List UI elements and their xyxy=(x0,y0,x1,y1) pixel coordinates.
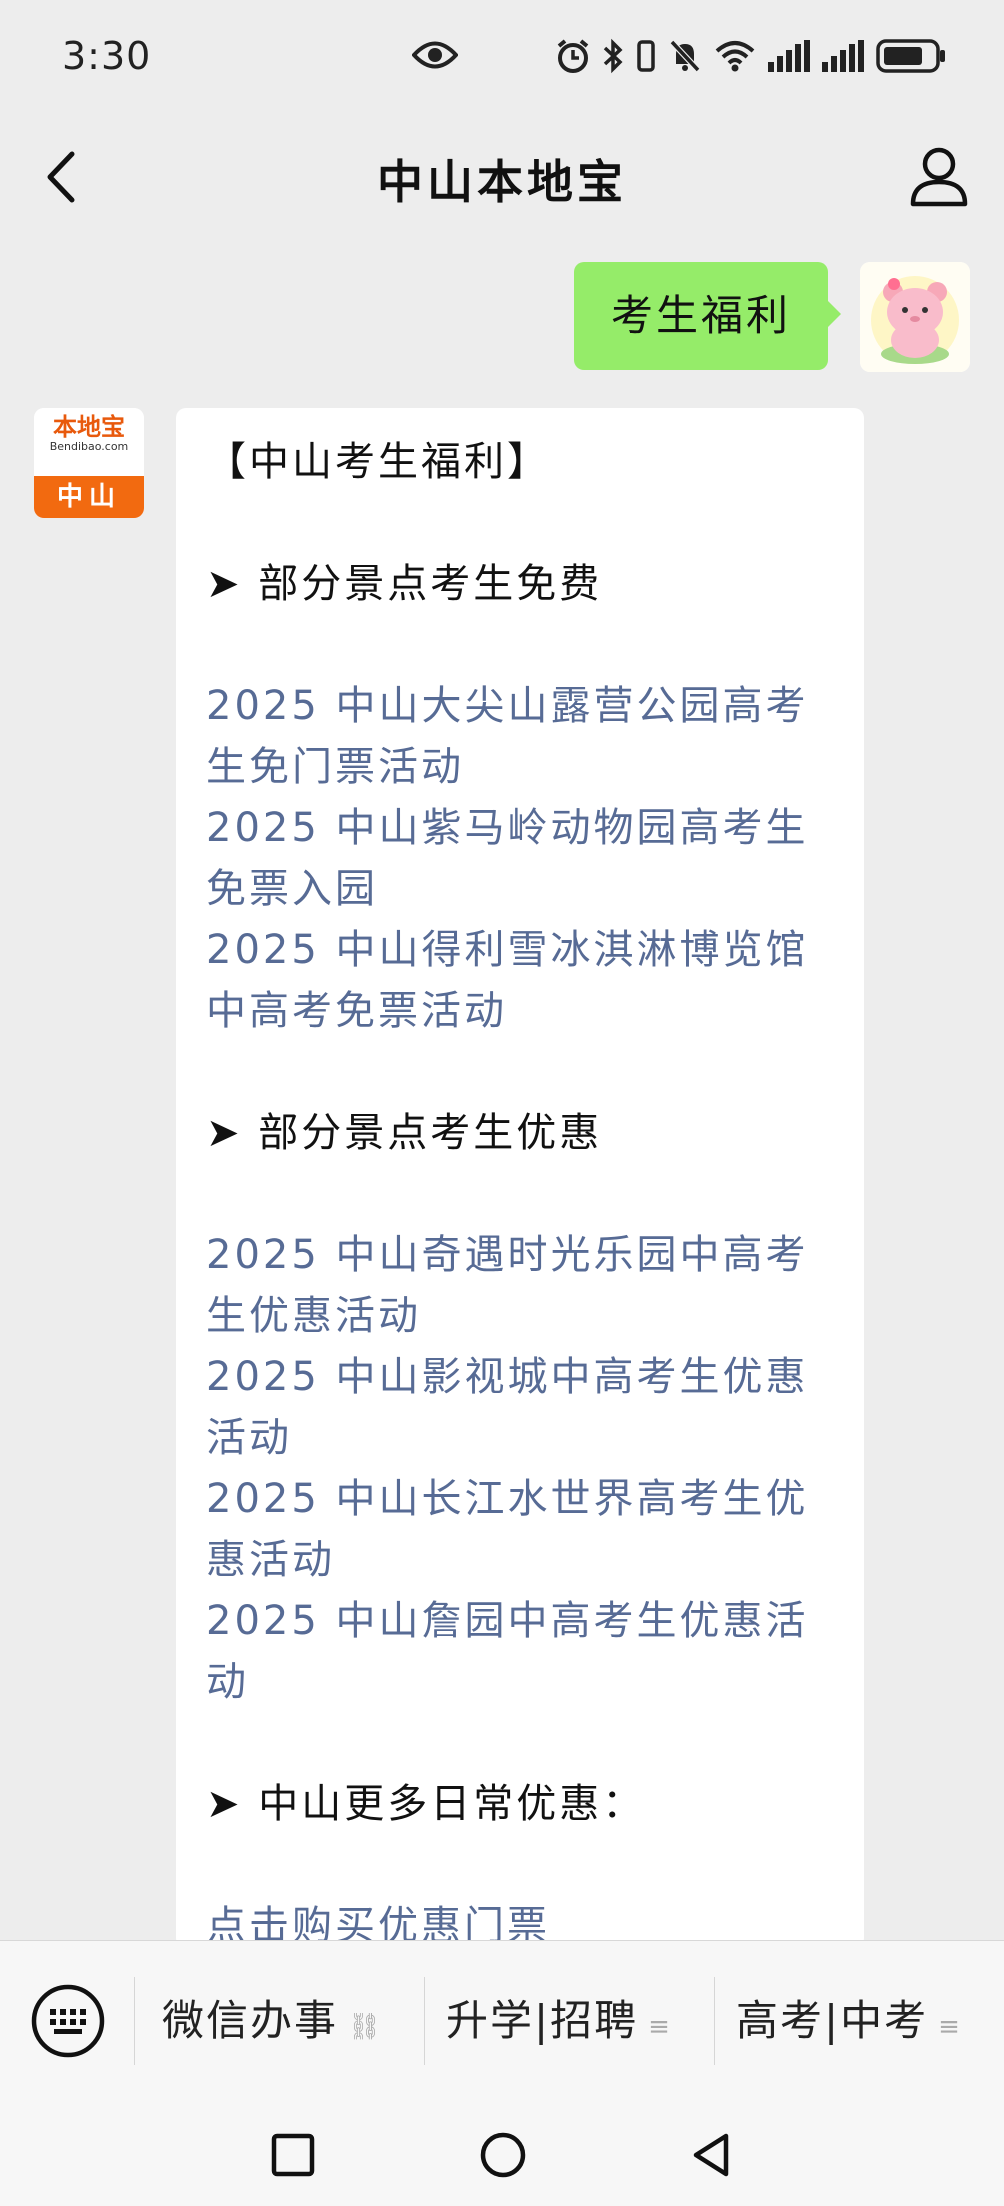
signal-icon xyxy=(768,40,810,72)
menu-icon: ≡ xyxy=(938,2012,960,2042)
page-title: 中山本地宝 xyxy=(377,155,627,209)
link-dajianshan[interactable]: 2025 中山大尖山露营公园高考 生免门票活动 xyxy=(206,676,834,798)
menu-item-label: 高考|中考 xyxy=(736,1996,929,2045)
nav-back-button[interactable] xyxy=(686,2130,736,2180)
menu-item-label: 微信办事 xyxy=(162,1996,339,2045)
status-icons xyxy=(556,38,946,74)
menu-item-wechat-services[interactable]: 微信办事 ⛓ xyxy=(162,1983,381,2059)
menu-item-exams[interactable]: 高考|中考 ≡ xyxy=(736,1983,960,2059)
outgoing-message[interactable]: 考生福利 xyxy=(574,262,841,370)
chat-header: 中山本地宝 xyxy=(0,118,1004,240)
back-icon xyxy=(693,2133,729,2177)
link-icon: ⛓ xyxy=(348,2012,382,2042)
menu-divider xyxy=(424,1977,425,2065)
menu-divider xyxy=(134,1977,135,2065)
keyboard-toggle-button[interactable] xyxy=(30,1983,106,2059)
logo-site: Bendibao.com xyxy=(49,440,129,453)
link-line: 活动 xyxy=(206,1415,292,1461)
menu-item-education-jobs[interactable]: 升学|招聘 ≡ xyxy=(446,1983,670,2059)
home-button[interactable] xyxy=(478,2130,528,2180)
menu-icon: ≡ xyxy=(648,2012,670,2042)
link-line: 生免门票活动 xyxy=(206,744,464,790)
system-nav-bar xyxy=(0,2100,1004,2206)
menu-item-label: 升学|招聘 xyxy=(446,1996,639,2045)
incoming-message: 【中山考生福利】 ➤ 部分景点考生免费 2025 中山大尖山露营公园高考 生免门… xyxy=(176,408,864,1948)
alarm-icon xyxy=(556,38,590,74)
status-time: 3:30 xyxy=(62,34,152,78)
link-line: 2025 中山大尖山露营公园高考 xyxy=(206,683,809,729)
link-line: 2025 中山奇遇时光乐园中高考 xyxy=(206,1232,809,1278)
recent-apps-button[interactable] xyxy=(268,2130,318,2180)
message-title: 【中山考生福利】 xyxy=(206,439,550,485)
section-heading: ➤ 部分景点考生免费 xyxy=(206,561,603,607)
link-line: 惠活动 xyxy=(206,1537,335,1583)
link-zhanyuan[interactable]: 2025 中山詹园中高考生优惠活 动 xyxy=(206,1591,834,1713)
link-qiyu[interactable]: 2025 中山奇遇时光乐园中高考 生优惠活动 xyxy=(206,1225,834,1347)
person-icon xyxy=(910,147,968,207)
bendibao-logo: 本地宝 Bendibao.com xyxy=(34,408,144,476)
bendibao-avatar[interactable]: 本地宝 Bendibao.com 中山 xyxy=(34,408,144,518)
recent-apps-icon xyxy=(271,2133,315,2177)
link-line: 2025 中山紫马岭动物园高考生 xyxy=(206,805,809,851)
menu-divider xyxy=(714,1977,715,2065)
link-line: 2025 中山长江水世界高考生优 xyxy=(206,1476,809,1522)
eye-icon xyxy=(411,38,459,76)
link-delixue[interactable]: 2025 中山得利雪冰淇淋博览馆 中高考免票活动 xyxy=(206,920,834,1042)
status-bar: 3:30 xyxy=(0,0,1004,118)
user-avatar[interactable] xyxy=(860,262,970,372)
pink-bear-avatar xyxy=(860,262,970,372)
bluetooth-icon xyxy=(602,38,624,74)
link-line: 2025 中山詹园中高考生优惠活 xyxy=(206,1598,809,1644)
battery-icon xyxy=(876,39,946,73)
link-line: 2025 中山得利雪冰淇淋博览馆 xyxy=(206,927,809,973)
link-changjiang[interactable]: 2025 中山长江水世界高考生优 惠活动 xyxy=(206,1469,834,1591)
bottom-menu: 微信办事 ⛓ 升学|招聘 ≡ 高考|中考 ≡ xyxy=(0,1940,1004,2101)
home-icon xyxy=(480,2132,526,2178)
mute-icon xyxy=(668,38,702,74)
link-zimaling[interactable]: 2025 中山紫马岭动物园高考生 免票入园 xyxy=(206,798,834,920)
logo-brand: 本地宝 xyxy=(53,413,125,441)
keyboard-icon xyxy=(31,1984,105,2058)
section-heading: ➤ 中山更多日常优惠： xyxy=(206,1781,646,1827)
logo-city: 中山 xyxy=(34,476,144,518)
signal-icon xyxy=(822,40,864,72)
profile-button[interactable] xyxy=(908,144,970,210)
vibrate-icon xyxy=(636,38,656,74)
link-line: 生优惠活动 xyxy=(206,1293,421,1339)
link-line: 免票入园 xyxy=(206,866,378,912)
link-line: 中高考免票活动 xyxy=(206,988,507,1034)
link-line: 动 xyxy=(206,1659,249,1705)
link-line: 2025 中山影视城中高考生优惠 xyxy=(206,1354,809,1400)
link-yingshicheng[interactable]: 2025 中山影视城中高考生优惠 活动 xyxy=(206,1347,834,1469)
wifi-icon xyxy=(714,39,756,73)
section-heading: ➤ 部分景点考生优惠 xyxy=(206,1110,603,1156)
